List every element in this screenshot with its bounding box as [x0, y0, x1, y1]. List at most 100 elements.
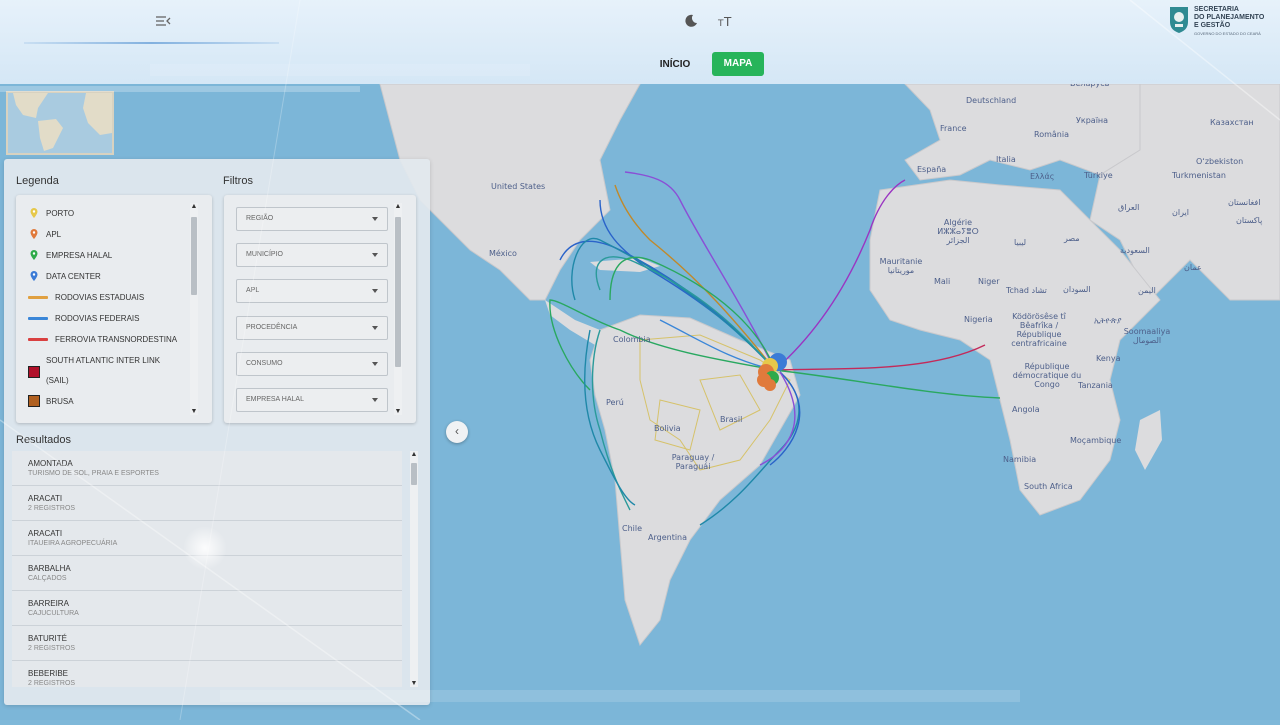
filter-label: APL — [246, 287, 260, 294]
map-label: South Africa — [1024, 482, 1073, 491]
map-label: Moçambique — [1070, 436, 1122, 445]
result-title: ARACATI — [28, 529, 63, 538]
map-label: République démocratique du Congo — [1012, 362, 1082, 389]
map-label: Tchad تشاد — [1006, 286, 1047, 295]
map-label: México — [489, 249, 517, 258]
scrollbar-thumb[interactable] — [191, 217, 197, 295]
legend-scrollbar[interactable]: ▲ ▼ — [190, 203, 198, 415]
map-label: Colombia — [613, 335, 651, 344]
map-label: عمان — [1184, 263, 1202, 272]
top-bar: T T INÍCIO MAPA SECRETARIA DO PLANEJAMEN… — [0, 0, 1280, 84]
caret-down-icon — [372, 217, 378, 221]
list-item[interactable]: ARACATI 2 REGISTROS — [12, 486, 402, 521]
map-label: ليبيا — [1014, 238, 1027, 247]
scrollbar-thumb[interactable] — [395, 217, 401, 367]
map-label: Niger — [978, 277, 1000, 286]
map-label: افغانستان — [1228, 198, 1261, 207]
result-title: BARBALHA — [28, 564, 71, 573]
menu-collapse-icon[interactable] — [154, 13, 172, 29]
map-pin-icon — [30, 250, 38, 260]
map-pin-icon — [30, 229, 38, 239]
header-divider — [24, 42, 279, 44]
map-label: France — [940, 124, 967, 133]
filter-label: EMPRESA HALAL — [246, 396, 304, 403]
filter-regiao[interactable]: REGIÃO — [236, 207, 388, 231]
map-label: Україна — [1076, 116, 1109, 125]
legend-title: Legenda — [16, 175, 59, 187]
filters-list: REGIÃO MUNICÍPIO APL PROCEDÊNCIA CONSUMO… — [224, 195, 416, 423]
line-swatch — [28, 296, 48, 299]
results-list: AMONTADA TURISMO DE SOL, PRAIA E ESPORTE… — [12, 451, 420, 687]
result-title: AMONTADA — [28, 459, 73, 468]
list-item[interactable]: ARACATI ITAUEIRA AGROPECUÁRIA — [12, 521, 402, 556]
color-swatch — [28, 366, 40, 378]
minimap[interactable] — [6, 91, 114, 155]
caret-down-icon — [372, 289, 378, 293]
filter-municipio[interactable]: MUNICÍPIO — [236, 243, 388, 267]
svg-text:T: T — [717, 19, 724, 29]
map-label: Mauritanie موريتانيا — [879, 257, 923, 275]
map-label: العراق — [1118, 203, 1140, 212]
filter-apl[interactable]: APL — [236, 279, 388, 303]
result-subtitle: 2 REGISTROS — [28, 680, 76, 687]
list-item[interactable]: AMONTADA TURISMO DE SOL, PRAIA E ESPORTE… — [12, 451, 402, 486]
map-label: Nigeria — [964, 315, 993, 324]
result-title: BEBERIBE — [28, 669, 69, 678]
chevron-up-icon[interactable]: ▲ — [410, 451, 418, 458]
list-item[interactable]: BATURITÉ 2 REGISTROS — [12, 626, 402, 661]
result-subtitle: 2 REGISTROS — [28, 645, 76, 652]
chevron-down-icon[interactable]: ▼ — [410, 680, 418, 687]
chevron-up-icon[interactable]: ▲ — [190, 203, 198, 210]
filter-consumo[interactable]: CONSUMO — [236, 352, 388, 376]
caret-down-icon — [372, 362, 378, 366]
map-label: السودان — [1063, 285, 1091, 294]
scrollbar-thumb[interactable] — [411, 463, 417, 485]
filters-title: Filtros — [223, 175, 253, 187]
filter-label: REGIÃO — [246, 215, 274, 222]
result-title: BATURITÉ — [28, 634, 67, 643]
line-swatch — [28, 338, 48, 341]
legend-label: DATA CENTER — [46, 272, 101, 281]
chevron-up-icon[interactable]: ▲ — [394, 203, 402, 210]
font-size-icon[interactable]: T T — [717, 13, 735, 29]
result-subtitle: CAJUCULTURA — [28, 610, 79, 617]
tab-inicio[interactable]: INÍCIO — [650, 53, 700, 77]
line-swatch — [28, 317, 48, 320]
logo-subtitle: GOVERNO DO ESTADO DO CEARÁ — [1194, 31, 1261, 36]
list-item[interactable]: BARBALHA CALÇADOS — [12, 556, 402, 591]
caret-down-icon — [372, 398, 378, 402]
map-label: Soomaaliya الصومال — [1123, 327, 1171, 345]
chevron-left-icon[interactable]: ‹ — [446, 421, 468, 443]
results-scrollbar[interactable]: ▲ ▼ — [410, 451, 418, 687]
logo-line: E GESTÃO — [1194, 22, 1231, 29]
map-pin-icon — [30, 271, 38, 281]
map-label: Paraguay / Paraguái — [671, 453, 715, 471]
logo-line: SECRETARIA — [1194, 6, 1239, 13]
side-panel: Legenda Filtros PORTO APL EMPRESA HALAL … — [4, 159, 430, 705]
map-label: Oʻzbekiston — [1196, 157, 1244, 166]
map-label: پاکستان — [1236, 216, 1263, 225]
map-label: ایران — [1172, 208, 1189, 217]
map-label: Ködörösêse tî Bêafrîka / République cent… — [1011, 312, 1067, 348]
moon-icon[interactable] — [683, 13, 699, 29]
filters-scrollbar[interactable]: ▲ ▼ — [394, 203, 402, 415]
map-label: Italia — [996, 155, 1016, 164]
map-label: Deutschland — [966, 96, 1017, 105]
map-label: مصر — [1064, 234, 1080, 243]
map-label: Tanzania — [1078, 381, 1113, 390]
filter-empresa-halal[interactable]: EMPRESA HALAL — [236, 388, 388, 412]
filter-label: MUNICÍPIO — [246, 251, 283, 258]
color-swatch — [28, 395, 40, 407]
list-item[interactable]: BARREIRA CAJUCULTURA — [12, 591, 402, 626]
results-title: Resultados — [16, 434, 72, 446]
tab-mapa[interactable]: MAPA — [712, 52, 764, 76]
map-label: السعودية — [1120, 246, 1150, 255]
filter-procedencia[interactable]: PROCEDÊNCIA — [236, 316, 388, 340]
map-label: Algérie ⵍⵣⵣⴰⵢⴻⵔ الجزائر — [937, 218, 979, 245]
list-item[interactable]: BEBERIBE 2 REGISTROS — [12, 661, 402, 687]
chevron-down-icon[interactable]: ▼ — [394, 408, 402, 415]
chevron-down-icon[interactable]: ▼ — [190, 408, 198, 415]
map-label: Türkiye — [1084, 171, 1113, 180]
legend-label: APL — [46, 230, 62, 239]
result-subtitle: 2 REGISTROS — [28, 505, 76, 512]
